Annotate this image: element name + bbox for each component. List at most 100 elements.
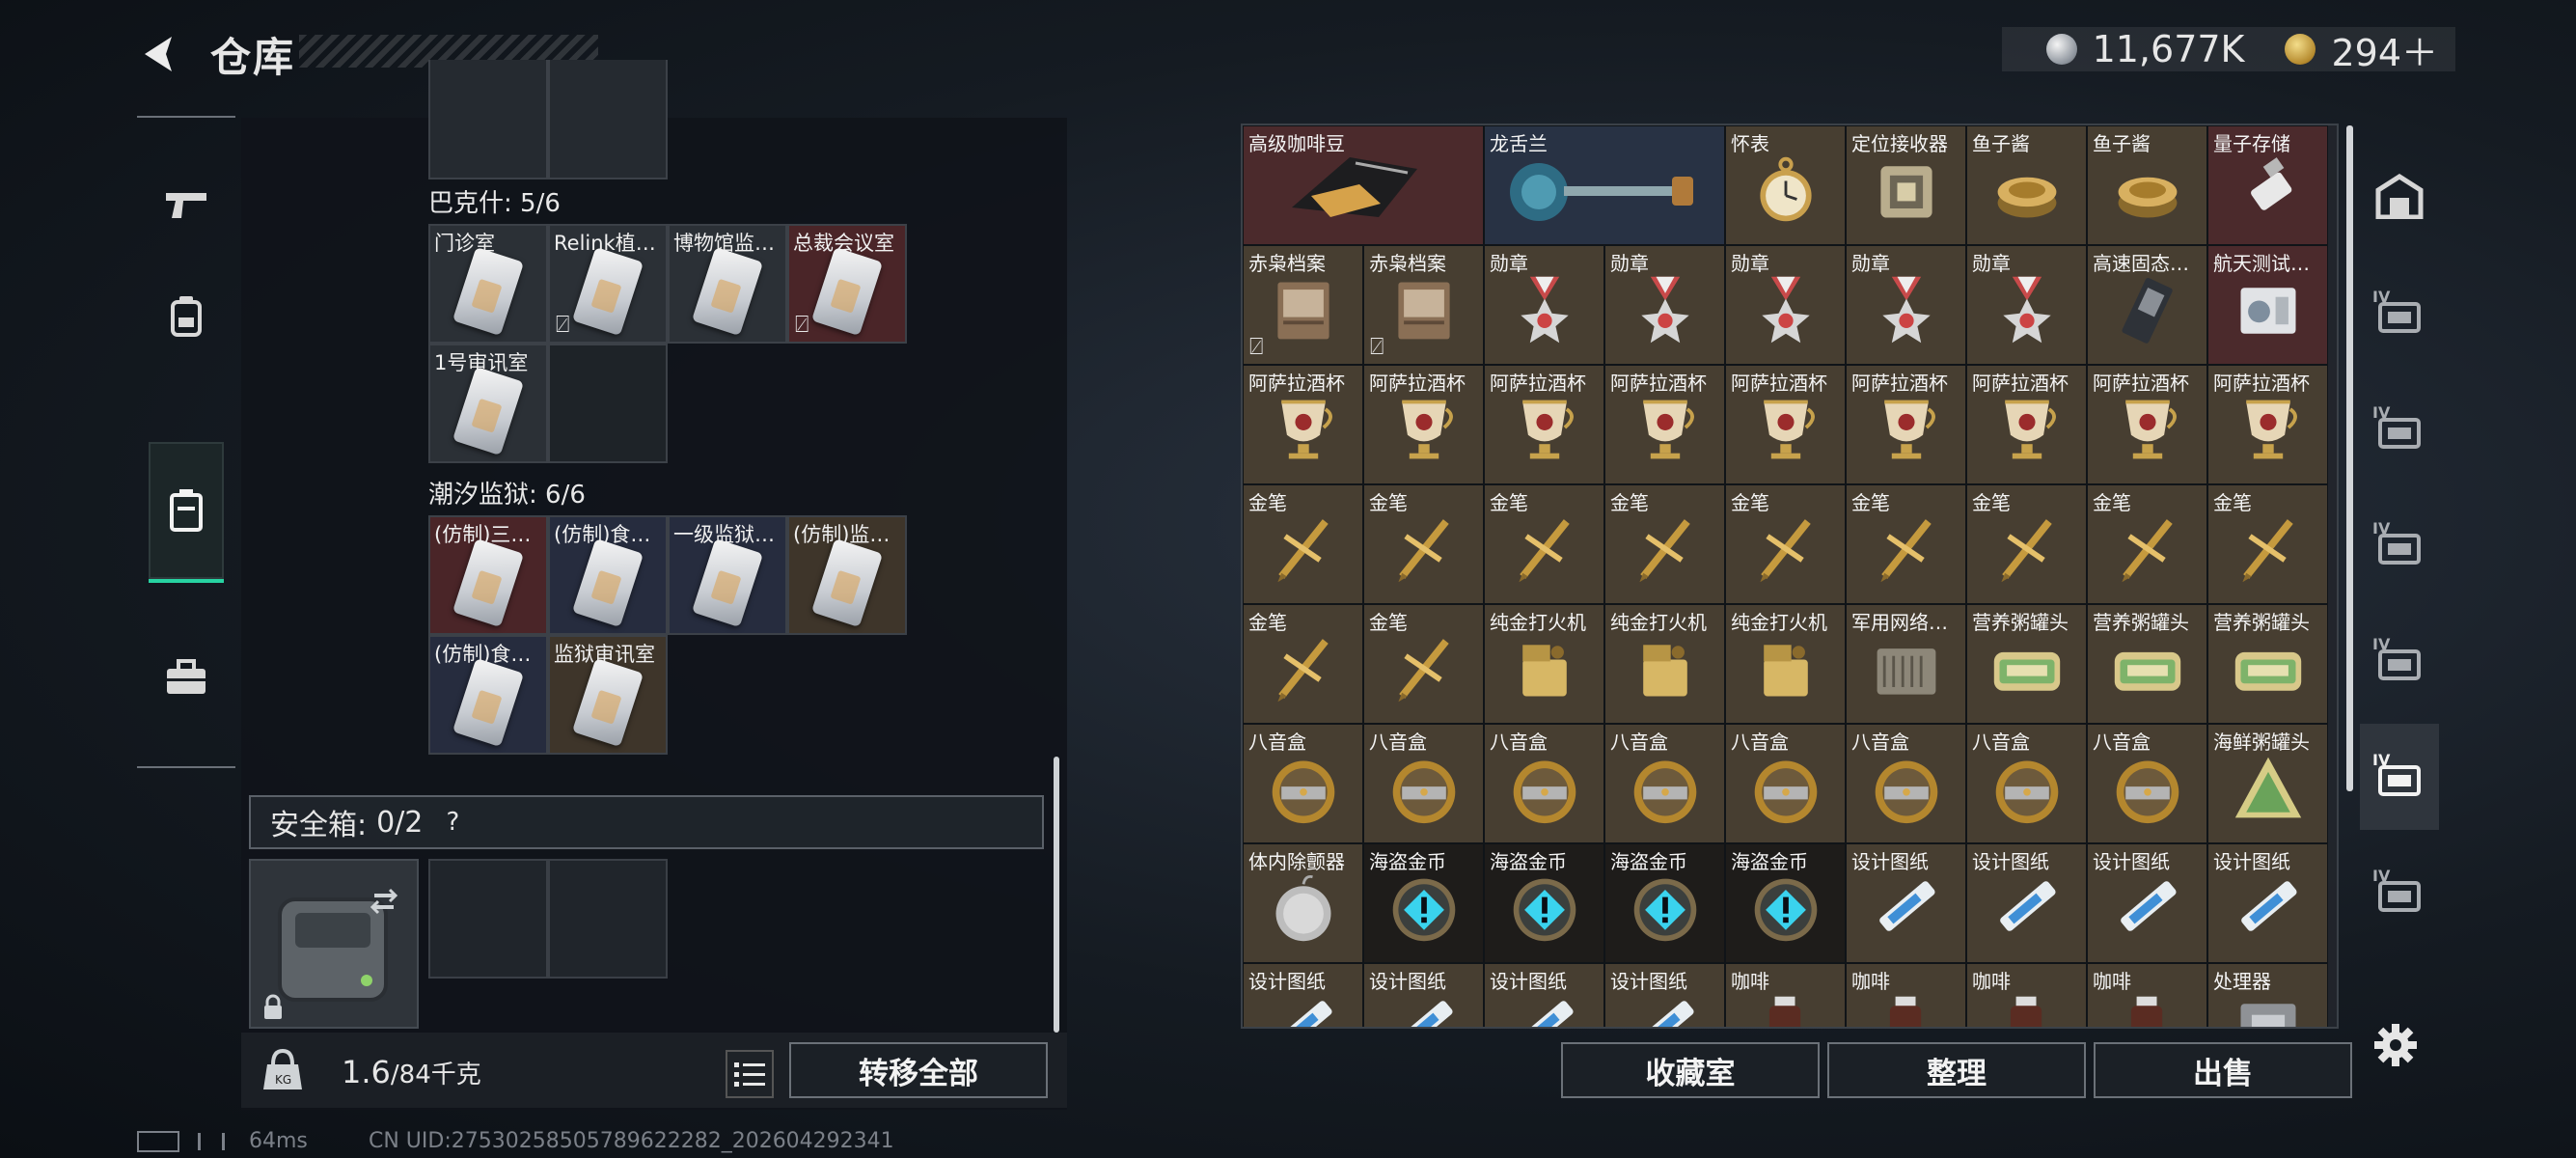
key-slot[interactable] [428,60,548,179]
help-button[interactable]: ? [436,806,469,839]
inventory-item[interactable]: 八音盒 [1966,724,2087,843]
currency-premium[interactable]: 294＋ [2331,23,2438,76]
inventory-item[interactable]: 量子存储 [2207,125,2328,245]
inventory-item[interactable]: 处理器 [2207,963,2328,1027]
key-panel-scrollbar[interactable] [1054,757,1059,1033]
inventory-item[interactable]: 金笔 [1243,604,1363,724]
safe-slot-2[interactable] [548,859,668,979]
inventory-item[interactable]: 咖啡 [1966,963,2087,1027]
inventory-item[interactable]: 纯金打火机 [1725,604,1846,724]
inventory-item[interactable]: 八音盒 [1604,724,1725,843]
right-tab-tab-4[interactable]: IV [2360,608,2439,714]
key-card[interactable]: (仿制)食… [548,515,668,635]
inventory-item[interactable]: 设计图纸 [1243,963,1363,1027]
inventory-item[interactable]: 金笔 [1363,484,1484,604]
inventory-item[interactable]: 金笔 [2207,484,2328,604]
key-card[interactable]: 门诊室 [428,224,548,344]
inventory-item[interactable]: 高级咖啡豆 [1243,125,1484,245]
inventory-item[interactable]: 怀表 [1725,125,1846,245]
right-tab-tab-6[interactable]: IV [2360,840,2439,946]
inventory-item[interactable]: 龙舌兰 [1484,125,1725,245]
key-card[interactable]: (仿制)监… [787,515,907,635]
inventory-item[interactable]: 阿萨拉酒杯 [1966,365,2087,484]
inventory-item[interactable]: 设计图纸 [1966,843,2087,963]
inventory-item[interactable]: 海盗金币 [1725,843,1846,963]
inventory-item[interactable]: 阿萨拉酒杯 [2207,365,2328,484]
settings-button[interactable] [2368,1017,2424,1073]
inventory-item[interactable]: 海鲜粥罐头 [2207,724,2328,843]
inventory-item[interactable]: 八音盒 [1846,724,1966,843]
inventory-item[interactable]: 营养粥罐头 [1966,604,2087,724]
sell-button[interactable]: 出售 [2094,1042,2352,1098]
inventory-item[interactable]: 阿萨拉酒杯 [1243,365,1363,484]
right-tab-all[interactable] [2360,145,2439,251]
inventory-item[interactable]: 营养粥罐头 [2087,604,2207,724]
inventory-item[interactable]: 金笔 [1484,484,1604,604]
inventory-item[interactable]: 八音盒 [2087,724,2207,843]
inventory-item[interactable]: 海盗金币 [1484,843,1604,963]
inventory-item[interactable]: 八音盒 [1725,724,1846,843]
key-card[interactable]: 博物馆监… [668,224,787,344]
inventory-item[interactable]: 阿萨拉酒杯 [1725,365,1846,484]
inventory-item[interactable]: 金笔 [1725,484,1846,604]
inventory-item[interactable]: 纯金打火机 [1604,604,1725,724]
key-card[interactable]: Relink植… ⍁ [548,224,668,344]
inventory-item[interactable]: 阿萨拉酒杯 [1604,365,1725,484]
inventory-item[interactable]: 勋章 [1846,245,1966,365]
right-tab-tab-2[interactable]: IV [2360,376,2439,482]
inventory-item[interactable]: 勋章 [1966,245,2087,365]
inventory-item[interactable]: 八音盒 [1484,724,1604,843]
inventory-item[interactable]: 金笔 [2087,484,2207,604]
inventory-item[interactable]: 勋章 [1725,245,1846,365]
key-slot-empty[interactable] [548,344,668,463]
inventory-item[interactable]: 设计图纸 [1846,843,1966,963]
inventory-item[interactable]: 赤枭档案 ⍁ [1243,245,1363,365]
inventory-item[interactable]: 八音盒 [1243,724,1363,843]
inventory-item[interactable]: 金笔 [1966,484,2087,604]
inventory-item[interactable]: 高速固态… [2087,245,2207,365]
inventory-item[interactable]: 设计图纸 [2087,843,2207,963]
currency-bar[interactable]: 11,677K 294＋ [2002,27,2455,74]
inventory-item[interactable]: 设计图纸 [1604,963,1725,1027]
right-tab-tab-5[interactable]: IV [2360,724,2439,830]
inventory-item[interactable]: 八音盒 [1363,724,1484,843]
inventory-item[interactable]: 金笔 [1846,484,1966,604]
inventory-item[interactable]: 阿萨拉酒杯 [1846,365,1966,484]
inventory-item[interactable]: 咖啡 [1725,963,1846,1027]
nav-item-containers[interactable] [149,442,224,583]
list-view-button[interactable] [726,1050,774,1098]
key-card[interactable]: (仿制)三… [428,515,548,635]
inventory-item[interactable]: 咖啡 [2087,963,2207,1027]
inventory-item[interactable]: 设计图纸 [2207,843,2328,963]
inventory-item[interactable]: 营养粥罐头 [2207,604,2328,724]
inventory-item[interactable]: 金笔 [1604,484,1725,604]
key-card[interactable]: 总裁会议室 ⍁ [787,224,907,344]
inventory-item[interactable]: 阿萨拉酒杯 [1484,365,1604,484]
safe-box-item[interactable] [249,859,419,1029]
collection-button[interactable]: 收藏室 [1561,1042,1820,1098]
inventory-item[interactable]: 军用网络… [1846,604,1966,724]
safe-slot-1[interactable] [428,859,548,979]
inventory-item[interactable]: 设计图纸 [1484,963,1604,1027]
back-button[interactable] [133,27,187,81]
sort-button[interactable]: 整理 [1827,1042,2086,1098]
inventory-item[interactable]: 航天测试… [2207,245,2328,365]
inventory-item[interactable]: 海盗金币 [1363,843,1484,963]
inventory-item[interactable]: 纯金打火机 [1484,604,1604,724]
inventory-item[interactable]: 海盗金币 [1604,843,1725,963]
inventory-item[interactable]: 鱼子酱 [1966,125,2087,245]
inventory-item[interactable]: 阿萨拉酒杯 [1363,365,1484,484]
key-card[interactable]: (仿制)食… [428,635,548,755]
inventory-item[interactable]: 鱼子酱 [2087,125,2207,245]
nav-item-kits[interactable] [149,629,224,726]
inventory-item[interactable]: 勋章 [1604,245,1725,365]
inventory-scrollbar[interactable] [2346,125,2353,791]
inventory-item[interactable]: 赤枭档案 ⍁ [1363,245,1484,365]
key-card[interactable]: 一级监狱… [668,515,787,635]
nav-item-weapons[interactable] [149,156,224,253]
inventory-item[interactable]: 金笔 [1363,604,1484,724]
inventory-item[interactable]: 设计图纸 [1363,963,1484,1027]
inventory-grid[interactable]: 高级咖啡豆 龙舌兰 怀表 定位接收器 鱼子酱 鱼子酱 量子存储 赤枭档案 ⍁ 赤枭档案 ⍁ 勋章 勋章 勋… [1241,124,2339,1029]
inventory-item[interactable]: 咖啡 [1846,963,1966,1027]
inventory-item[interactable]: 定位接收器 [1846,125,1966,245]
